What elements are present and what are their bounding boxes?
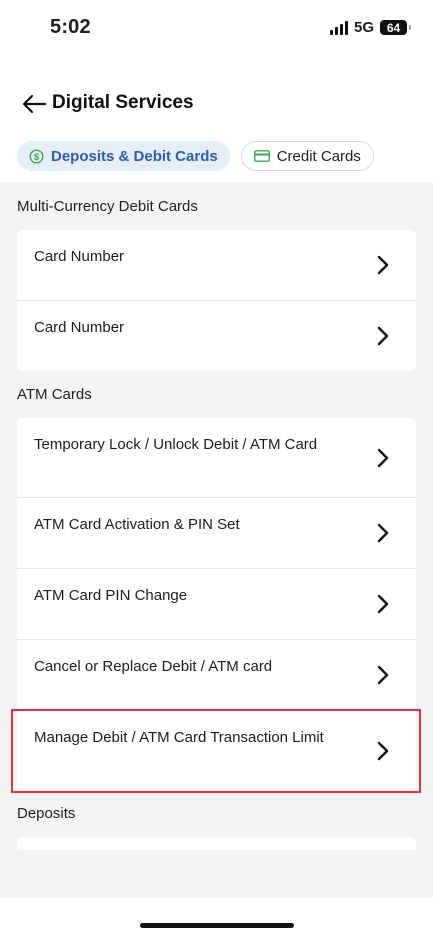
list-item-card-number-1[interactable]: Card Number xyxy=(17,230,416,300)
dollar-coin-icon: $ xyxy=(29,148,44,164)
list-item-temporary-lock[interactable]: Temporary Lock / Unlock Debit / ATM Card xyxy=(17,418,416,497)
status-indicators: 5G 64 xyxy=(329,19,411,36)
list-item-pin-change[interactable]: ATM Card PIN Change xyxy=(17,568,416,639)
home-area xyxy=(0,898,433,938)
card-group-multi-currency: Card Number Card Number xyxy=(17,230,416,371)
list-item-label: Card Number xyxy=(34,319,125,336)
chevron-right-icon xyxy=(376,254,390,276)
list-item-label: ATM Card Activation & PIN Set xyxy=(34,516,240,533)
list-item-label: Card Number xyxy=(34,248,125,265)
chevron-right-icon xyxy=(376,522,390,544)
arrow-left-icon xyxy=(22,94,47,114)
signal-icon xyxy=(329,20,348,35)
credit-card-icon xyxy=(253,150,270,162)
back-button[interactable] xyxy=(20,92,48,116)
page-title: Digital Services xyxy=(52,92,194,113)
card-group-atm-cards: Temporary Lock / Unlock Debit / ATM Card… xyxy=(17,418,416,790)
tab-deposits-debit-cards[interactable]: $ Deposits & Debit Cards xyxy=(17,141,230,171)
list-item-transaction-limit[interactable]: Manage Debit / ATM Card Transaction Limi… xyxy=(17,710,416,790)
list-item-label: Cancel or Replace Debit / ATM card xyxy=(34,658,273,675)
list-item-label: ATM Card PIN Change xyxy=(34,587,188,604)
chevron-right-icon xyxy=(376,325,390,347)
tab-label: Deposits & Debit Cards xyxy=(51,147,218,165)
battery-level: 64 xyxy=(386,20,401,35)
svg-text:$: $ xyxy=(34,152,39,162)
section-title-atm-cards: ATM Cards xyxy=(17,386,92,403)
section-title-multi-currency: Multi-Currency Debit Cards xyxy=(17,198,198,215)
tab-credit-cards[interactable]: Credit Cards xyxy=(240,141,374,171)
network-label: 5G xyxy=(353,19,374,36)
home-indicator[interactable] xyxy=(140,923,294,928)
status-time: 5:02 xyxy=(50,16,91,38)
list-item-card-activation[interactable]: ATM Card Activation & PIN Set xyxy=(17,497,416,568)
chevron-right-icon xyxy=(376,664,390,686)
battery-icon: 64 xyxy=(380,20,411,35)
content-area: Multi-Currency Debit Cards Card Number C… xyxy=(0,182,433,898)
chevron-right-icon xyxy=(376,740,390,762)
tab-bar: $ Deposits & Debit Cards Credit Cards xyxy=(17,141,374,171)
list-item-cancel-replace[interactable]: Cancel or Replace Debit / ATM card xyxy=(17,639,416,710)
card-group-deposits xyxy=(17,837,416,850)
list-item-label: Manage Debit / ATM Card Transaction Limi… xyxy=(34,729,324,746)
status-bar: 5:02 5G 64 xyxy=(0,0,433,60)
chevron-right-icon xyxy=(376,447,390,469)
chevron-right-icon xyxy=(376,593,390,615)
section-title-deposits: Deposits xyxy=(17,805,76,822)
tab-label: Credit Cards xyxy=(276,147,361,165)
list-item-label: Temporary Lock / Unlock Debit / ATM Card xyxy=(34,436,318,453)
header: Digital Services $ Deposits & Debit Card… xyxy=(0,60,433,180)
list-item-card-number-2[interactable]: Card Number xyxy=(17,300,416,371)
